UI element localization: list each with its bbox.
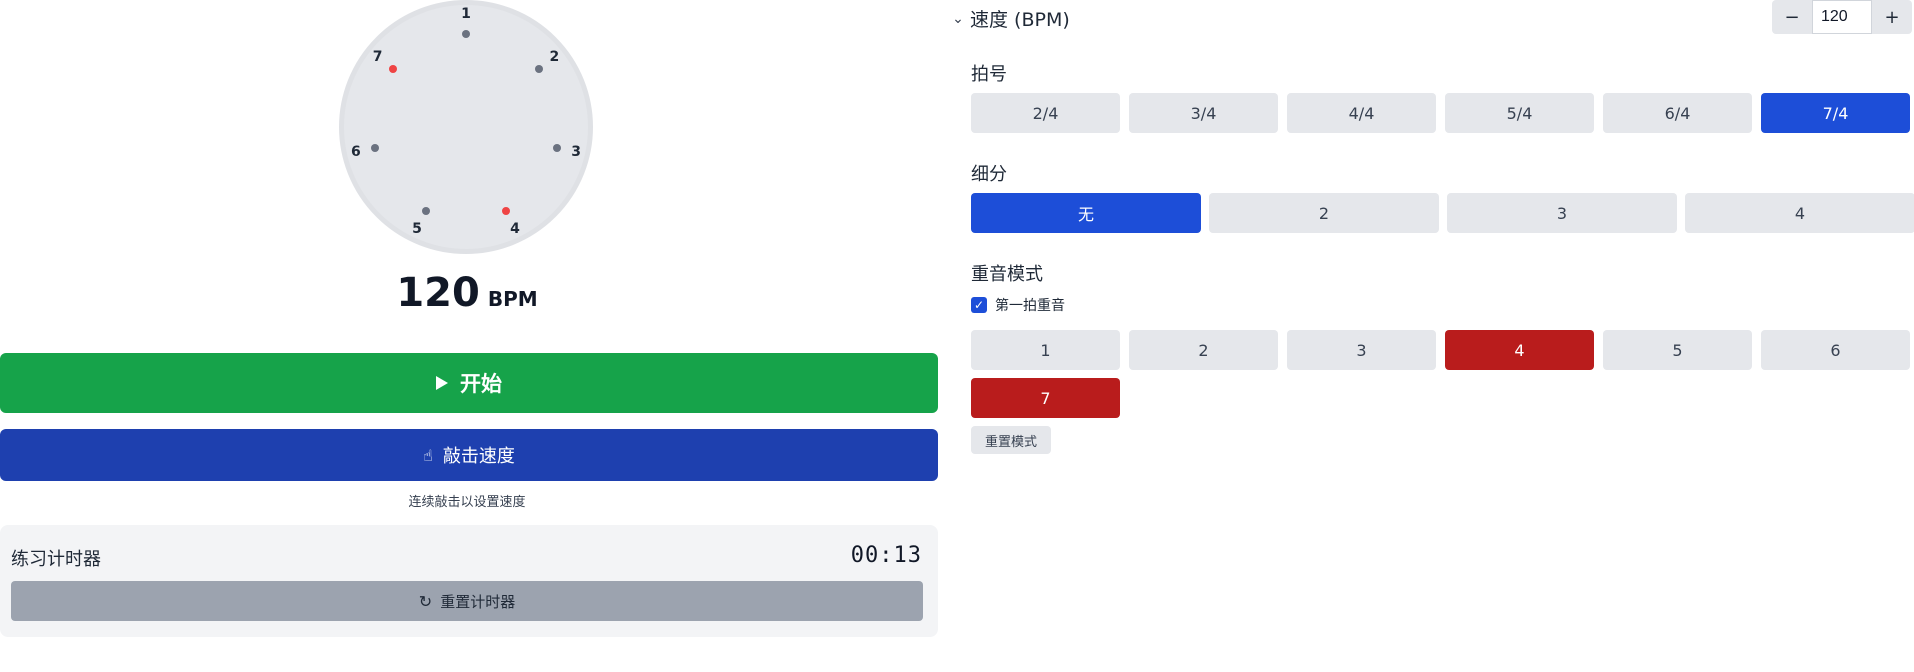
practice-timer-card: 练习计时器 00:13 ↻ 重置计时器: [0, 525, 938, 637]
beat-visualizer: 1 2 3 4 5 6 7: [339, 0, 593, 254]
subdivision-option-2[interactable]: 2: [1209, 193, 1439, 233]
tempo-label: 速度 (BPM): [970, 9, 1070, 31]
beat-number: 3: [571, 144, 582, 161]
time-signature-option-3-4[interactable]: 3/4: [1129, 93, 1278, 133]
subdivision-option-4[interactable]: 4: [1685, 193, 1914, 233]
time-signature-option-2-4[interactable]: 2/4: [971, 93, 1120, 133]
accent-beat-5[interactable]: 5: [1603, 330, 1752, 370]
time-signature-options: 2/4 3/4 4/4 5/4 6/4 7/4: [971, 93, 1910, 133]
bpm-display: 120 BPM: [0, 270, 934, 316]
beat-number: 7: [372, 48, 383, 65]
checkbox-checked-icon: ✓: [971, 297, 987, 313]
bpm-value: 120: [396, 270, 480, 316]
accent-beat-6[interactable]: 6: [1761, 330, 1910, 370]
time-signature-option-5-4[interactable]: 5/4: [1445, 93, 1594, 133]
accent-beat-3[interactable]: 3: [1287, 330, 1436, 370]
tap-label: 敲击速度: [442, 446, 515, 467]
play-icon: [436, 376, 448, 390]
time-signature-option-6-4[interactable]: 6/4: [1603, 93, 1752, 133]
beat-dot: [421, 206, 430, 215]
timer-label: 练习计时器: [11, 549, 101, 570]
start-button[interactable]: 开始: [0, 353, 938, 413]
accent-beat-options: 123456: [971, 330, 1910, 370]
beat-number: 1: [461, 6, 471, 22]
reset-pattern-button[interactable]: 重置模式: [971, 426, 1051, 454]
tempo-section-header[interactable]: ⌄ 速度 (BPM): [946, 5, 1070, 32]
accent-beat-7[interactable]: 7: [971, 378, 1120, 418]
subdivision-option-3[interactable]: 3: [1447, 193, 1677, 233]
chevron-down-icon: ⌄: [952, 10, 964, 27]
timer-value: 00:13: [850, 543, 922, 568]
tempo-input[interactable]: [1812, 0, 1872, 34]
beat-dot: [371, 143, 380, 152]
accent-beat-options-row2: 7: [971, 378, 1120, 418]
subdivision-options: 无234: [971, 193, 1914, 233]
first-beat-accent-checkbox[interactable]: ✓ 第一拍重音: [971, 295, 1065, 315]
beat-number: 4: [510, 220, 520, 237]
time-signature-option-4-4[interactable]: 4/4: [1287, 93, 1436, 133]
tempo-increase-button[interactable]: +: [1872, 0, 1912, 34]
tempo-decrease-button[interactable]: −: [1772, 0, 1812, 34]
subdivision-label: 细分: [971, 164, 1007, 185]
hand-pointer-icon: ☝: [423, 445, 433, 465]
start-label: 开始: [460, 372, 502, 396]
reset-timer-button[interactable]: ↻ 重置计时器: [11, 581, 923, 621]
tap-tempo-button[interactable]: ☝ 敲击速度: [0, 429, 938, 481]
accent-beat-1[interactable]: 1: [971, 330, 1120, 370]
accent-beat-2[interactable]: 2: [1129, 330, 1278, 370]
accent-beat-4[interactable]: 4: [1445, 330, 1594, 370]
subdivision-option-无[interactable]: 无: [971, 193, 1201, 233]
beat-dot: [502, 206, 511, 215]
accent-pattern-label: 重音模式: [971, 264, 1043, 285]
beat-dot: [534, 65, 543, 73]
tempo-stepper: − +: [1772, 0, 1912, 34]
tap-hint: 连续敲击以设置速度: [408, 495, 526, 510]
time-signature-option-7-4[interactable]: 7/4: [1761, 93, 1910, 133]
first-beat-accent-label: 第一拍重音: [995, 298, 1065, 314]
beat-dot: [462, 30, 470, 38]
beat-number: 6: [350, 144, 361, 161]
bpm-unit: BPM: [487, 287, 538, 311]
beat-number: 2: [549, 48, 560, 65]
time-signature-label: 拍号: [971, 64, 1007, 85]
beat-dot: [552, 143, 561, 152]
reset-icon: ↻: [418, 591, 433, 611]
reset-timer-label: 重置计时器: [440, 592, 516, 611]
beat-dot: [389, 65, 398, 73]
beat-number: 5: [412, 220, 422, 237]
